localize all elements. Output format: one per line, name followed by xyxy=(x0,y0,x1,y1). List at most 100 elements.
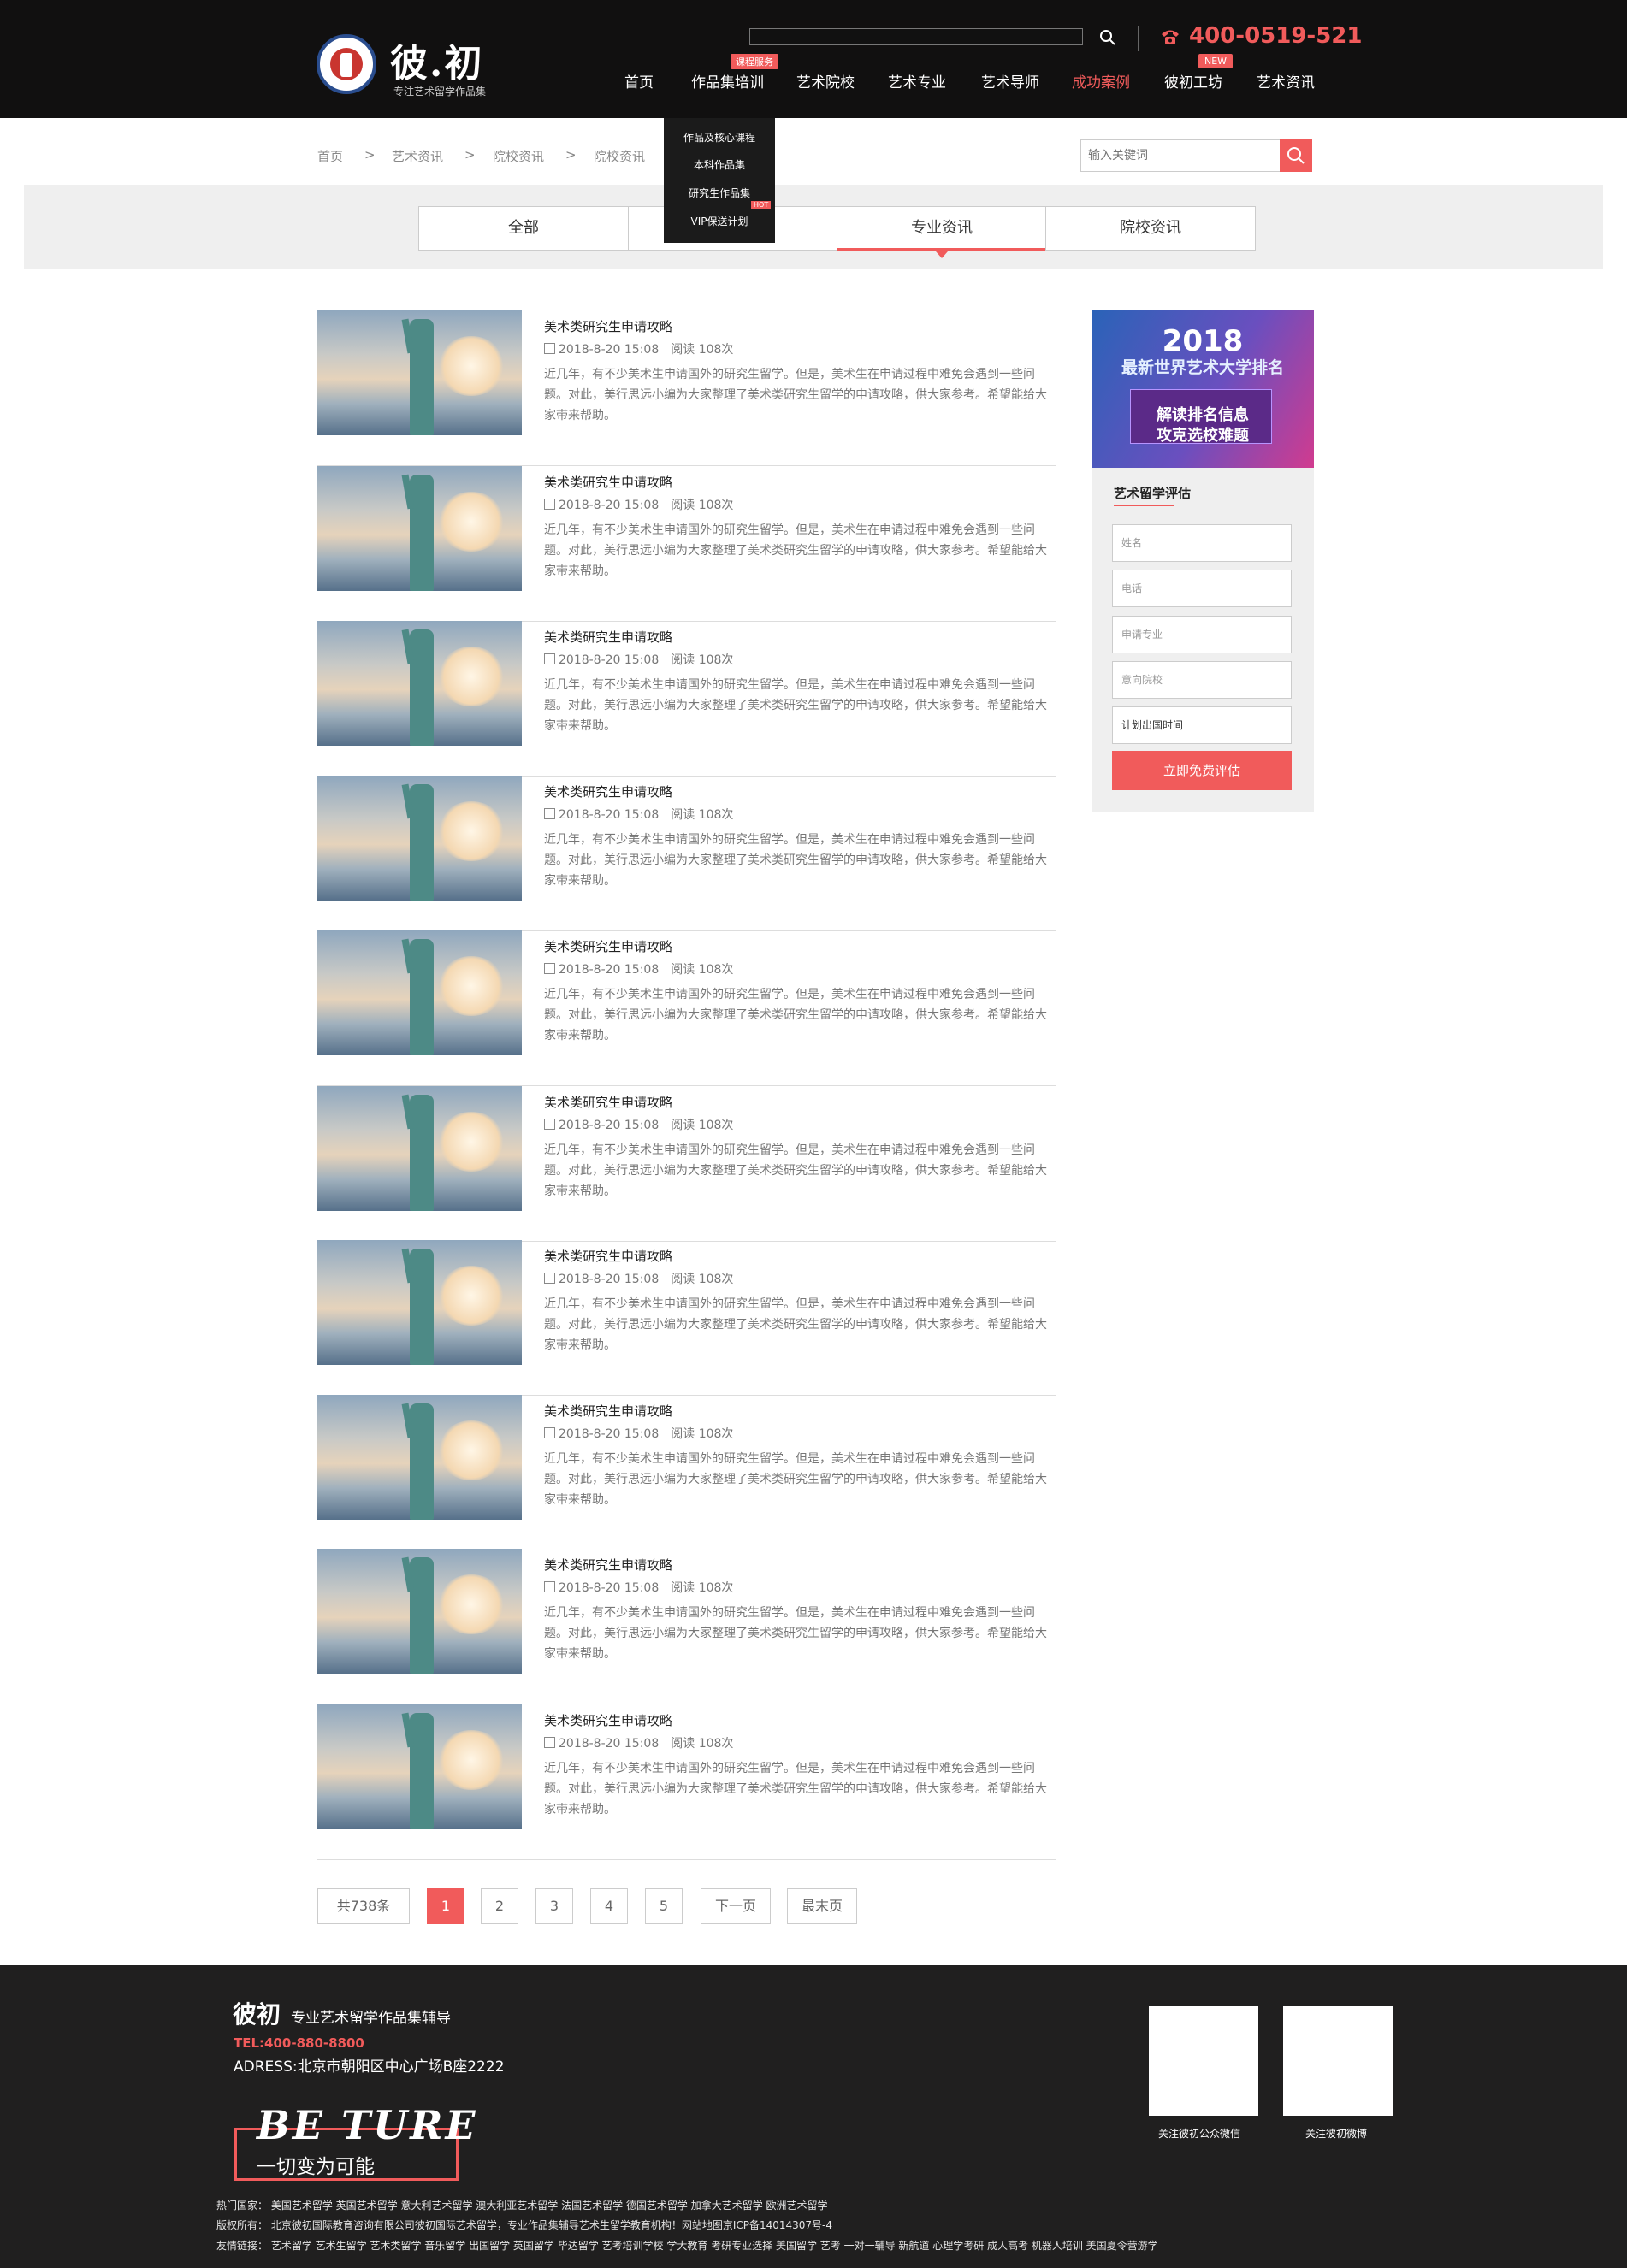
breadcrumb-separator: > xyxy=(364,147,376,162)
calendar-icon xyxy=(544,653,555,664)
nav-dropdown-menu: 作品及核心课程 本科作品集 研究生作品集 VIP保送计划 HOT xyxy=(664,118,775,243)
dropdown-item[interactable]: 本科作品集 xyxy=(664,157,775,172)
article-thumbnail[interactable] xyxy=(317,1549,522,1674)
logo-emblem[interactable] xyxy=(317,34,376,94)
dropdown-item[interactable]: 作品及核心课程 xyxy=(664,130,775,145)
article-excerpt: 近几年，有不少美术生申请国外的研究生留学。但是，美术生在申请过程中难免会遇到一些… xyxy=(544,1762,1047,1816)
nav-art-majors[interactable]: 艺术专业 xyxy=(888,70,946,92)
page-button[interactable]: 5 xyxy=(645,1888,683,1924)
article-date: 2018-8-20 15:08 xyxy=(559,653,660,667)
phone-field[interactable]: 电话 xyxy=(1112,570,1292,607)
banner-subline: 解读排名信息 xyxy=(1157,406,1249,424)
article-meta: 2018-8-20 15:08 阅读 108次 xyxy=(544,496,733,513)
keyword-search-input[interactable] xyxy=(1081,140,1244,171)
article-thumbnail[interactable] xyxy=(317,930,522,1055)
article-thumbnail[interactable] xyxy=(317,1395,522,1520)
weibo-qr-caption: 关注彼初微博 xyxy=(1305,2128,1368,2140)
page-button[interactable]: 1 xyxy=(427,1888,464,1924)
footer-brand: 彼初 xyxy=(233,2000,281,2029)
article-thumbnail[interactable] xyxy=(317,621,522,746)
article-title[interactable]: 美术类研究生申请攻略 xyxy=(544,317,672,335)
tab-major-news[interactable]: 专业资讯 xyxy=(837,206,1047,251)
calendar-icon xyxy=(544,963,555,974)
article-row[interactable]: 美术类研究生申请攻略 2018-8-20 15:08 阅读 108次 近几年，有不少美… xyxy=(317,310,1056,466)
article-thumbnail[interactable] xyxy=(317,466,522,591)
article-date: 2018-8-20 15:08 xyxy=(559,808,660,822)
article-reads: 阅读 108次 xyxy=(671,1737,734,1751)
departure-time-select[interactable]: 计划出国时间 xyxy=(1112,706,1292,744)
nav-portfolio-training[interactable]: 作品集培训 xyxy=(691,70,764,92)
page-button[interactable]: 4 xyxy=(590,1888,628,1924)
article-row[interactable]: 美术类研究生申请攻略 2018-8-20 15:08 阅读 108次 近几年，有不少美… xyxy=(317,776,1056,931)
name-field[interactable]: 姓名 xyxy=(1112,524,1292,562)
article-title[interactable]: 美术类研究生申请攻略 xyxy=(544,1556,672,1574)
free-assessment-button[interactable]: 立即免费评估 xyxy=(1112,751,1292,790)
page-button[interactable]: 2 xyxy=(481,1888,518,1924)
article-thumbnail[interactable] xyxy=(317,1240,522,1365)
banner-headline: 最新世界艺术大学排名 xyxy=(1121,358,1284,377)
nav-home[interactable]: 首页 xyxy=(624,70,654,92)
search-button[interactable] xyxy=(1280,139,1312,172)
assessment-form-title: 艺术留学评估 xyxy=(1114,486,1192,501)
article-row[interactable]: 美术类研究生申请攻略 2018-8-20 15:08 阅读 108次 近几年，有不少美… xyxy=(317,1395,1056,1550)
article-title[interactable]: 美术类研究生申请攻略 xyxy=(544,783,672,800)
article-excerpt: 近几年，有不少美术生申请国外的研究生留学。但是，美术生在申请过程中难免会遇到一些… xyxy=(544,1297,1047,1352)
article-row[interactable]: 美术类研究生申请攻略 2018-8-20 15:08 阅读 108次 近几年，有不少美… xyxy=(317,930,1056,1086)
article-date: 2018-8-20 15:08 xyxy=(559,1273,660,1286)
footer-friend-links[interactable]: 友情链接： 艺术留学 艺术生留学 艺术类留学 音乐留学 出国留学 英国留学 毕达… xyxy=(216,2238,1158,2253)
article-date: 2018-8-20 15:08 xyxy=(559,1427,660,1441)
tab-school-news[interactable]: 院校资讯 xyxy=(1045,206,1256,251)
article-thumbnail[interactable] xyxy=(317,776,522,901)
footer-hot-countries[interactable]: 热门国家： 美国艺术留学 英国艺术留学 意大利艺术留学 澳大利亚艺术留学 法国艺… xyxy=(216,2198,828,2212)
banner-year: 2018 xyxy=(1162,324,1244,358)
article-thumbnail[interactable] xyxy=(317,310,522,435)
article-title[interactable]: 美术类研究生申请攻略 xyxy=(544,937,672,955)
article-row[interactable]: 美术类研究生申请攻略 2018-8-20 15:08 阅读 108次 近几年，有不少美… xyxy=(317,1086,1056,1242)
article-title[interactable]: 美术类研究生申请攻略 xyxy=(544,1711,672,1729)
last-page-button[interactable]: 最末页 xyxy=(787,1888,857,1924)
nav-art-mentors[interactable]: 艺术导师 xyxy=(981,70,1039,92)
article-title[interactable]: 美术类研究生申请攻略 xyxy=(544,628,672,646)
article-meta: 2018-8-20 15:08 阅读 108次 xyxy=(544,340,733,357)
next-page-button[interactable]: 下一页 xyxy=(701,1888,771,1924)
header-search-input[interactable] xyxy=(749,28,1083,45)
article-row[interactable]: 美术类研究生申请攻略 2018-8-20 15:08 阅读 108次近几年，有不少美… xyxy=(317,1240,1056,1396)
article-row[interactable]: 美术类研究生申请攻略 2018-8-20 15:08 阅读 108次 近几年，有不少美… xyxy=(317,621,1056,777)
article-title[interactable]: 美术类研究生申请攻略 xyxy=(544,1247,672,1265)
footer-copyright: 版权所有： 北京彼初国际教育咨询有限公司彼初国际艺术留学，专业作品集辅导艺术生留… xyxy=(216,2219,833,2231)
article-meta: 2018-8-20 15:08 阅读 108次 xyxy=(544,1270,733,1287)
article-row[interactable]: 美术类研究生申请攻略 2018-8-20 15:08 阅读 108次 近几年，有不少美… xyxy=(317,466,1056,622)
dropdown-item[interactable]: 研究生作品集 xyxy=(664,186,775,200)
pagination-total: 共738条 xyxy=(317,1888,410,1924)
footer-address: ADRESS:北京市朝阳区中心广场B座2222 xyxy=(234,2058,505,2076)
article-title[interactable]: 美术类研究生申请攻略 xyxy=(544,1402,672,1420)
keyword-search xyxy=(1080,139,1281,172)
nav-success-cases[interactable]: 成功案例 xyxy=(1072,70,1130,92)
article-title[interactable]: 美术类研究生申请攻略 xyxy=(544,473,672,491)
ranking-banner[interactable]: 2018 最新世界艺术大学排名 解读排名信息 攻克选校难题 xyxy=(1092,310,1314,468)
article-reads: 阅读 108次 xyxy=(671,1581,734,1595)
article-reads: 阅读 108次 xyxy=(671,653,734,667)
major-field[interactable]: 申请专业 xyxy=(1112,616,1292,653)
active-tab-indicator xyxy=(936,251,948,258)
nav-art-schools[interactable]: 艺术院校 xyxy=(796,70,855,92)
article-row[interactable]: 美术类研究生申请攻略 2018-8-20 15:08 阅读 108次 近几年，有不少美… xyxy=(317,1549,1056,1704)
nav-workshop[interactable]: 彼初工坊 xyxy=(1164,70,1222,92)
article-thumbnail[interactable] xyxy=(317,1704,522,1829)
article-thumbnail[interactable] xyxy=(317,1086,522,1211)
article-title[interactable]: 美术类研究生申请攻略 xyxy=(544,1093,672,1111)
article-date: 2018-8-20 15:08 xyxy=(559,1119,660,1132)
breadcrumb-home[interactable]: 首页 xyxy=(317,147,343,165)
page-button[interactable]: 3 xyxy=(535,1888,573,1924)
breadcrumb-art-news[interactable]: 艺术资讯 xyxy=(392,147,443,165)
footer-slogan: 专业艺术留学作品集辅导 xyxy=(291,2010,451,2027)
tab-all[interactable]: 全部 xyxy=(418,206,629,251)
breadcrumb-school-news[interactable]: 院校资讯 xyxy=(493,147,544,165)
search-icon[interactable] xyxy=(1098,28,1117,47)
school-field[interactable]: 意向院校 xyxy=(1112,661,1292,699)
nav-art-news[interactable]: 艺术资讯 xyxy=(1257,70,1315,92)
article-row[interactable]: 美术类研究生申请攻略 2018-8-20 15:08 阅读 108次 近几年，有不少美… xyxy=(317,1704,1056,1860)
article-meta: 2018-8-20 15:08 阅读 108次 xyxy=(544,806,733,823)
brand-name[interactable]: 彼.初 xyxy=(390,32,483,87)
dropdown-item[interactable]: VIP保送计划 xyxy=(664,214,775,228)
